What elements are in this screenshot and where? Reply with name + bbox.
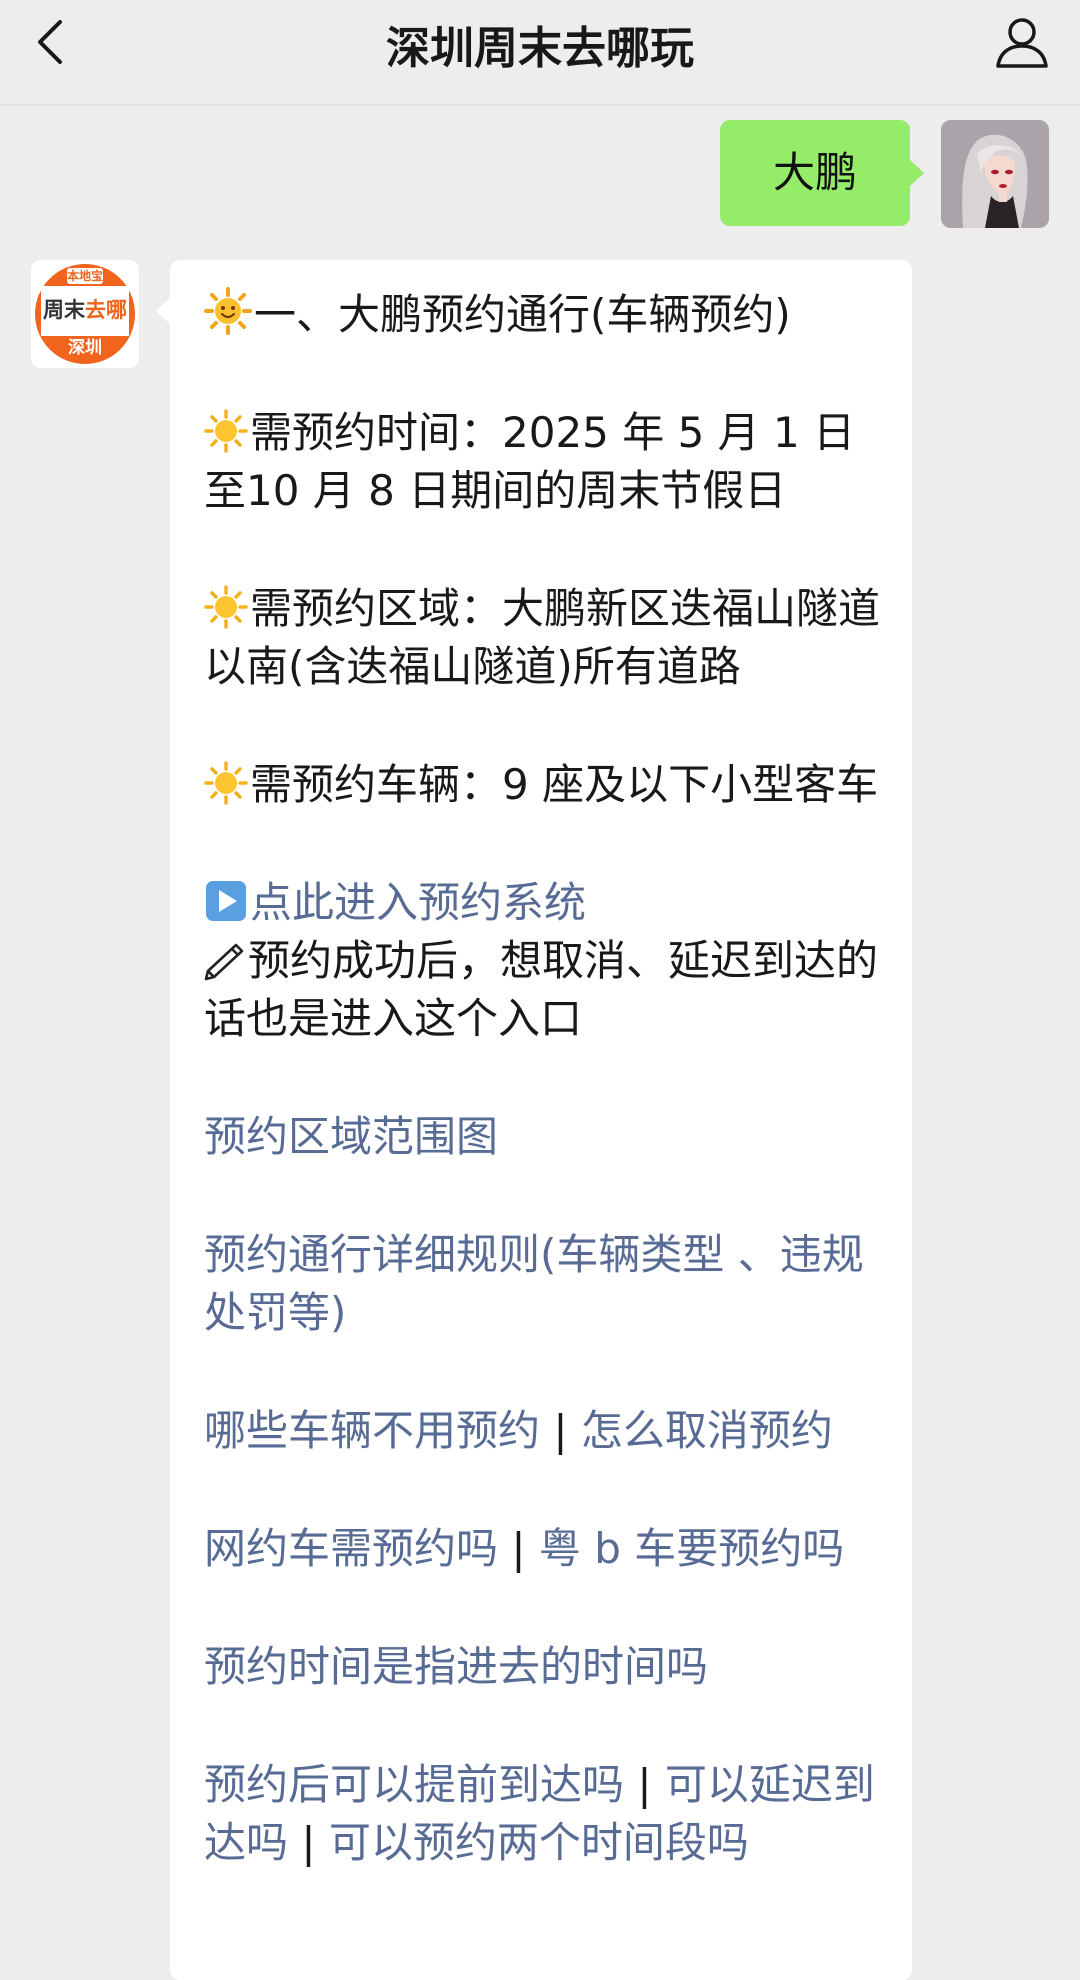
- brand-top-text: 本地宝: [66, 269, 103, 283]
- profile-button[interactable]: [992, 12, 1052, 72]
- brand-bottom-text: 深圳: [68, 338, 102, 358]
- yue-b-link[interactable]: 粤 b 车要预约吗: [539, 1524, 844, 1573]
- separator: |: [301, 1818, 316, 1867]
- two-slots-link[interactable]: 可以预约两个时间段吗: [329, 1818, 749, 1867]
- brand-main-b: 去哪: [85, 298, 127, 322]
- smiling-sun-icon: [204, 287, 252, 335]
- ride-hailing-link[interactable]: 网约车需预约吗: [204, 1524, 498, 1573]
- time-item: 需预约时间：2025 年 5 月 1 日至10 月 8 日期间的周末节假日: [204, 404, 882, 520]
- faq-line-2: 网约车需预约吗 | 粤 b 车要预约吗: [204, 1520, 882, 1578]
- sun-icon: [204, 761, 248, 805]
- user-avatar[interactable]: [941, 120, 1049, 228]
- pencil-icon: [204, 943, 244, 981]
- faq-line-4: 预约后可以提前到达吗 | 可以延迟到达吗 | 可以预约两个时间段吗: [204, 1756, 882, 1872]
- outgoing-message-bubble[interactable]: 大鹏: [720, 120, 910, 226]
- sun-icon: [204, 409, 248, 453]
- play-button-icon: [206, 881, 246, 921]
- separator: |: [637, 1760, 652, 1809]
- user-avatar-illustration: [941, 120, 1049, 228]
- reservation-system-link[interactable]: 点此进入预约系统: [250, 878, 586, 927]
- exempt-vehicles-link[interactable]: 哪些车辆不用预约: [204, 1406, 540, 1455]
- page-title: 深圳周末去哪玩: [386, 23, 694, 74]
- rules-link-line: 预约通行详细规则(车辆类型 、违规处罚等): [204, 1226, 882, 1342]
- vehicle-item: 需预约车辆：9 座及以下小型客车: [204, 756, 882, 814]
- map-link-line: 预约区域范围图: [204, 1108, 882, 1166]
- time-text: 需预约时间：2025 年 5 月 1 日至10 月 8 日期间的周末节假日: [204, 408, 856, 515]
- faq-line-1: 哪些车辆不用预约 | 怎么取消预约: [204, 1402, 882, 1460]
- time-meaning-link[interactable]: 预约时间是指进去的时间吗: [204, 1642, 708, 1691]
- area-item: 需预约区域：大鹏新区迭福山隧道以南(含迭福山隧道)所有道路: [204, 580, 882, 696]
- person-outline-icon: [996, 18, 1048, 68]
- entry-note: 预约成功后，想取消、延迟到达的话也是进入这个入口: [204, 932, 882, 1048]
- official-account-avatar[interactable]: 本地宝 周末去哪 深圳: [31, 260, 139, 368]
- brand-main-text: 周末去哪: [31, 296, 139, 324]
- vehicle-text: 需预约车辆：9 座及以下小型客车: [250, 760, 879, 809]
- entry-link-line: 点此进入预约系统: [204, 874, 882, 932]
- separator: |: [553, 1406, 568, 1455]
- cancel-reservation-link[interactable]: 怎么取消预约: [581, 1406, 833, 1455]
- faq-line-3: 预约时间是指进去的时间吗: [204, 1638, 882, 1696]
- separator: |: [511, 1524, 526, 1573]
- brand-main-a: 周末: [43, 298, 85, 322]
- detailed-rules-link[interactable]: 预约通行详细规则(车辆类型 、违规处罚等): [204, 1230, 864, 1337]
- header-divider: [0, 104, 1080, 106]
- entry-note-text: 预约成功后，想取消、延迟到达的话也是进入这个入口: [204, 936, 879, 1043]
- sun-icon: [204, 585, 248, 629]
- heading-text: 一、大鹏预约通行(车辆预约): [254, 290, 791, 339]
- outgoing-bubble-tail: [910, 160, 924, 186]
- nav-bar: 深圳周末去哪玩: [0, 0, 1080, 106]
- area-map-link[interactable]: 预约区域范围图: [204, 1112, 498, 1161]
- area-text: 需预约区域：大鹏新区迭福山隧道以南(含迭福山隧道)所有道路: [204, 584, 881, 691]
- incoming-message-bubble: 一、大鹏预约通行(车辆预约) 需预约时间：2025 年 5 月 1 日至10 月…: [170, 260, 912, 1980]
- arrive-late-link-a[interactable]: 可以延迟: [665, 1760, 833, 1809]
- incoming-bubble-tail: [156, 298, 170, 324]
- arrive-early-link[interactable]: 预约后可以提前到达吗: [204, 1760, 624, 1809]
- reservation-heading: 一、大鹏预约通行(车辆预约): [204, 286, 882, 344]
